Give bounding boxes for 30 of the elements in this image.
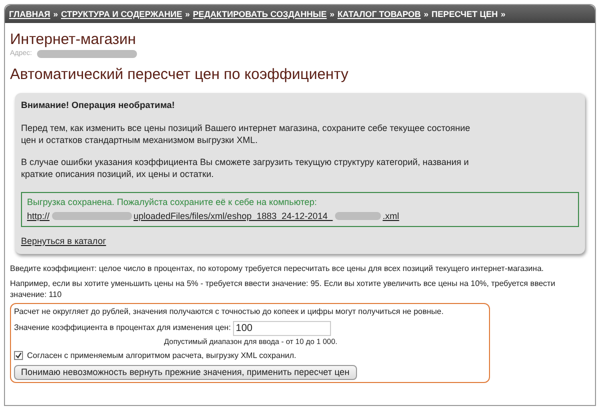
apply-recalculation-button[interactable]: Понимаю невозможность вернуть прежние значения, применить пересчет цен — [14, 364, 356, 380]
shop-title: Интернет-магазин — [10, 31, 137, 49]
file-link[interactable]: http:// — [27, 210, 50, 223]
page-title: Автоматический пересчет цен по коэффициенту — [10, 66, 350, 84]
file-link[interactable]: uploadedFiles/files/xml/eshop_1883_24-12-2014_ — [134, 210, 333, 223]
rounding-note: Расчет не округляет до рублей, значения получаются с точностью до копеек и цифры могут получиться не ровные. — [14, 306, 445, 318]
breadcrumb-link[interactable]: СТРУКТУРА И СОДЕРЖАНИЕ — [60, 8, 182, 20]
agree-label: Согласен с применяемым алгоритмом расчета, выгрузку XML сохранил. — [27, 350, 296, 362]
agree-checkbox[interactable] — [14, 351, 23, 360]
checkmark-icon — [15, 352, 22, 360]
warning-text: В случае ошибки указания коэффициента Вы сможете загрузить текущую структуру категорий, названия и краткие описания позиций, их цены и остатки. — [21, 156, 470, 180]
field-label: Значение коэффициента в процентах для изменения цен: — [14, 322, 231, 334]
back-link[interactable]: Вернуться в каталог — [21, 235, 106, 248]
coefficient-field[interactable]: 100 — [232, 320, 331, 336]
warning-text: Перед тем, как изменить все цены позиций Вашего интернет магазина, сохраните себе текущее состояние цен и остатков стандартным механизмом выгрузки XML. — [21, 122, 472, 146]
breadcrumb-separator: » — [53, 8, 58, 20]
breadcrumb-separator: » — [424, 8, 428, 20]
instruction-text: Введите коэффициент: целое число в процентах, по которому требуется пересчитать все цены для всех позиций текущего интернет-магазина. — [10, 262, 545, 274]
instruction-text: Например, если вы хотите уменьшить цены на 5% - требуется ввести значение: 95. Если вы хотите увеличить все цены на 10%, требуется ввести значение: 110 — [10, 278, 556, 300]
breadcrumb-link[interactable]: КАТАЛОГ ТОВАРОВ — [337, 8, 421, 20]
breadcrumb-separator: » — [185, 8, 190, 20]
breadcrumb-link[interactable]: РЕДАКТИРОВАТЬ СОЗДАННЫЕ — [192, 8, 327, 20]
breadcrumb-separator: » — [330, 8, 334, 20]
breadcrumb-link[interactable]: ГЛАВНАЯ — [9, 8, 50, 20]
redaction-mark — [334, 212, 381, 220]
saved-message: Выгрузка сохранена. Пожалуйста сохраните её к себе на компьютер: — [27, 196, 318, 209]
warning-title: Внимание! Операция необратима! — [21, 98, 176, 112]
file-link[interactable]: .xml — [382, 210, 400, 223]
breadcrumb-separator: » — [500, 8, 506, 20]
breadcrumb-current: ПЕРЕСЧЕТ ЦЕН — [432, 8, 498, 20]
